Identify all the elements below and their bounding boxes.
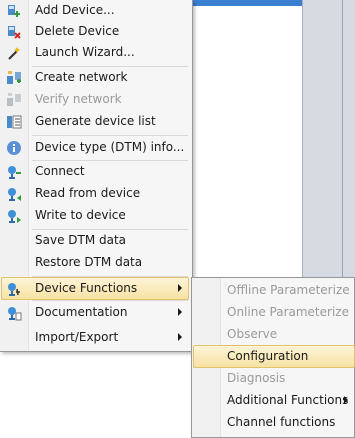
menu-item-documentation[interactable]: Documentation bbox=[2, 302, 188, 324]
menu-item-save-dtm-data[interactable]: Save DTM data bbox=[2, 230, 188, 252]
submenu-item-label: Additional Functions bbox=[227, 393, 349, 407]
submenu-item-channel-functions[interactable]: Channel functions bbox=[194, 412, 354, 434]
menu-item-device-functions[interactable]: Device Functions bbox=[1, 277, 189, 300]
submenu-item-online-parameterize[interactable]: Online Parameterize bbox=[194, 302, 354, 324]
wand-icon bbox=[8, 47, 20, 60]
submenu-item-label: Channel functions bbox=[227, 415, 336, 429]
device-functions-icon bbox=[8, 283, 20, 296]
menu-item-label: Delete Device bbox=[35, 24, 120, 38]
menu-item-label: Verify network bbox=[35, 92, 122, 106]
submenu-item-observe[interactable]: Observe bbox=[194, 324, 354, 346]
submenu-arrow-icon bbox=[344, 396, 348, 404]
selected-tree-row[interactable] bbox=[192, 0, 302, 6]
menu-item-label: Launch Wizard... bbox=[35, 45, 135, 59]
menu-separator bbox=[32, 300, 188, 301]
menu-item-label: Device Functions bbox=[35, 281, 138, 295]
menu-item-add-device[interactable]: Add Device... bbox=[2, 0, 188, 22]
menu-item-label: Create network bbox=[35, 70, 128, 84]
submenu-item-offline-parameterize[interactable]: Offline Parameterize bbox=[194, 280, 354, 302]
write-device-icon bbox=[8, 210, 21, 223]
menu-item-read-from-device[interactable]: Read from device bbox=[2, 183, 188, 205]
submenu-arrow-icon bbox=[178, 333, 182, 341]
menu-item-label: Write to device bbox=[35, 208, 126, 222]
add-device-icon bbox=[8, 5, 20, 17]
menu-item-restore-dtm-data[interactable]: Restore DTM data bbox=[2, 252, 188, 274]
menu-item-delete-device[interactable]: Delete Device bbox=[2, 21, 188, 43]
info-icon bbox=[7, 141, 21, 155]
menu-item-label: Connect bbox=[35, 164, 85, 178]
pane-divider bbox=[342, 0, 343, 280]
submenu-item-diagnosis[interactable]: Diagnosis bbox=[194, 368, 354, 390]
menu-separator bbox=[32, 135, 188, 136]
submenu-item-label: Diagnosis bbox=[227, 371, 286, 385]
menu-item-label: Restore DTM data bbox=[35, 255, 143, 269]
menu-item-label: Generate device list bbox=[35, 114, 156, 128]
submenu-arrow-icon bbox=[178, 284, 182, 292]
network-verify-icon bbox=[7, 93, 21, 106]
menu-item-label: Import/Export bbox=[35, 330, 119, 344]
menu-item-label: Device type (DTM) info... bbox=[35, 140, 185, 154]
submenu-item-label: Configuration bbox=[227, 349, 309, 363]
tree-pane bbox=[192, 0, 303, 280]
menu-item-label: Documentation bbox=[35, 305, 128, 319]
connect-icon bbox=[8, 166, 21, 179]
menu-item-verify-network[interactable]: Verify network bbox=[2, 89, 188, 111]
documentation-icon bbox=[8, 307, 22, 321]
submenu-item-label: Observe bbox=[227, 327, 278, 341]
device-functions-submenu: Offline Parameterize Online Parameterize… bbox=[191, 277, 355, 438]
network-create-icon bbox=[7, 71, 21, 84]
menu-item-create-network[interactable]: Create network bbox=[2, 67, 188, 89]
submenu-arrow-icon bbox=[178, 308, 182, 316]
device-list-icon bbox=[7, 115, 22, 129]
submenu-item-label: Online Parameterize bbox=[227, 305, 349, 319]
menu-item-label: Add Device... bbox=[35, 3, 115, 17]
submenu-item-additional-functions[interactable]: Additional Functions bbox=[194, 390, 354, 412]
menu-item-device-type-info[interactable]: Device type (DTM) info... bbox=[2, 137, 188, 159]
menu-item-label: Read from device bbox=[35, 186, 141, 200]
delete-device-icon bbox=[8, 26, 21, 39]
context-menu: Add Device... Delete Device Launch Wizar… bbox=[0, 0, 193, 352]
background-window bbox=[192, 0, 355, 280]
menu-item-write-to-device[interactable]: Write to device bbox=[2, 205, 188, 227]
menu-item-label: Save DTM data bbox=[35, 233, 127, 247]
menu-item-connect[interactable]: Connect bbox=[2, 161, 188, 183]
read-device-icon bbox=[8, 188, 21, 201]
submenu-item-label: Offline Parameterize bbox=[227, 283, 350, 297]
menu-item-launch-wizard[interactable]: Launch Wizard... bbox=[2, 42, 188, 64]
submenu-item-configuration[interactable]: Configuration bbox=[193, 345, 355, 368]
menu-item-import-export[interactable]: Import/Export bbox=[2, 327, 188, 349]
menu-item-generate-device-list[interactable]: Generate device list bbox=[2, 111, 188, 133]
